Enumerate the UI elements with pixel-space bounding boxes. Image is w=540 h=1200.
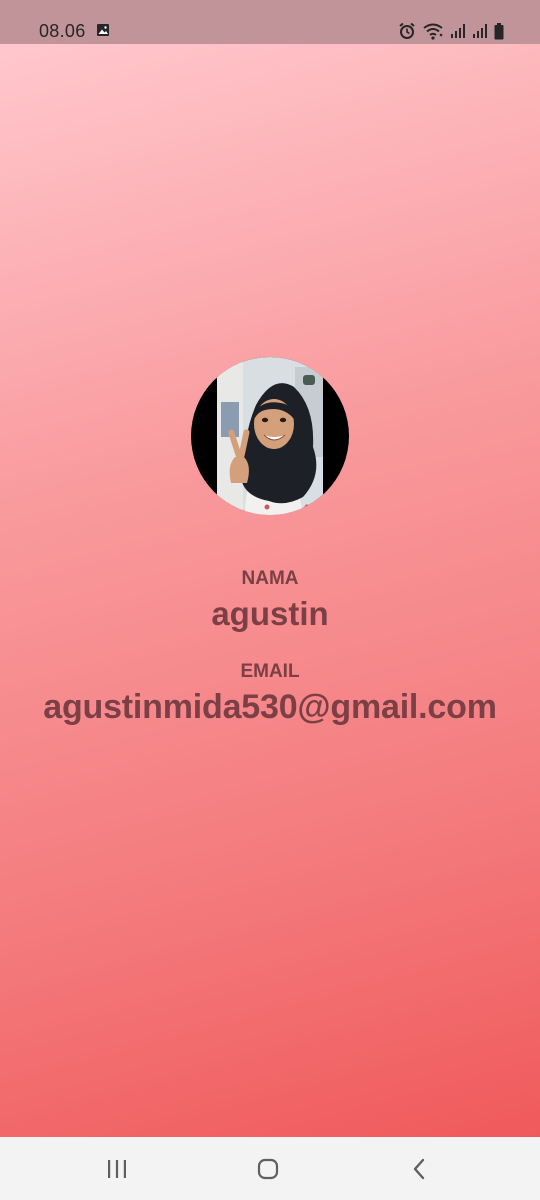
status-time: 08.06 [39, 21, 86, 41]
status-icons [398, 21, 504, 41]
email-value: agustinmida530@gmail.com [43, 688, 497, 726]
profile-photo [217, 357, 323, 515]
signal-icon [473, 24, 487, 38]
battery-icon [494, 22, 504, 39]
status-bar: 08.06 [0, 0, 540, 44]
home-icon [257, 1158, 279, 1179]
name-label: NAMA [241, 568, 299, 589]
profile-screen: NAMA agustin EMAIL agustinmida530@gmail.… [0, 44, 540, 1137]
avatar [191, 357, 349, 515]
signal-icon [451, 24, 465, 38]
navigation-bar [0, 1137, 540, 1200]
wifi-icon [423, 23, 443, 40]
recents-button[interactable] [57, 1137, 177, 1200]
email-label: EMAIL [240, 661, 300, 682]
recents-icon [108, 1159, 126, 1178]
alarm-icon [399, 22, 415, 39]
back-icon [413, 1158, 425, 1179]
gallery-icon [97, 24, 109, 36]
name-value: agustin [211, 595, 329, 632]
home-button[interactable] [208, 1137, 328, 1200]
back-button[interactable] [360, 1137, 480, 1200]
